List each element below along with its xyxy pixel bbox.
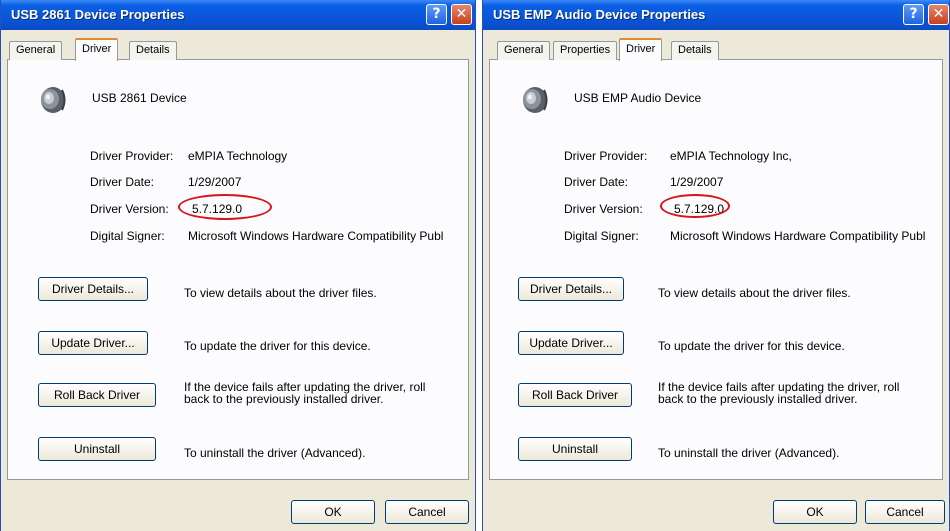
driver-date-label: Driver Date: xyxy=(564,175,629,189)
update-driver-button[interactable]: Update Driver... xyxy=(38,331,148,355)
driver-version-label: Driver Version: xyxy=(90,202,169,216)
ok-button[interactable]: OK xyxy=(773,500,857,524)
tab-driver[interactable]: Driver xyxy=(619,38,663,61)
highlight-circle xyxy=(178,194,272,220)
driver-details-description: To view details about the driver files. xyxy=(658,286,851,300)
window-title: USB 2861 Device Properties xyxy=(11,7,185,22)
driver-details-description: To view details about the driver files. xyxy=(184,286,377,300)
roll-back-description-line2: back to the previously installed driver. xyxy=(658,392,858,406)
driver-provider-label: Driver Provider: xyxy=(564,149,648,163)
speaker-icon xyxy=(41,87,66,113)
roll-back-driver-button[interactable]: Roll Back Driver xyxy=(518,383,632,407)
driver-date-value: 1/29/2007 xyxy=(670,175,724,189)
close-button[interactable]: ✕ xyxy=(928,4,949,25)
driver-date-label: Driver Date: xyxy=(90,175,155,189)
cancel-button[interactable]: Cancel xyxy=(385,500,469,524)
title-bar[interactable]: USB 2861 Device Properties ? ✕ xyxy=(1,0,475,30)
tab-strip: General Properties Driver Details xyxy=(489,38,943,61)
driver-tab-panel: USB EMP Audio Device Driver Provider: eM… xyxy=(489,60,943,480)
driver-date-value: 1/29/2007 xyxy=(188,175,242,189)
help-button[interactable]: ? xyxy=(903,4,924,25)
uninstall-button[interactable]: Uninstall xyxy=(518,437,632,461)
uninstall-description: To uninstall the driver (Advanced). xyxy=(658,446,840,460)
title-bar[interactable]: USB EMP Audio Device Properties ? ✕ xyxy=(483,0,949,30)
update-driver-description: To update the driver for this device. xyxy=(658,339,845,353)
driver-version-label: Driver Version: xyxy=(564,202,643,216)
dialog-usb-emp-audio-device-properties: USB EMP Audio Device Properties ? ✕ Gene… xyxy=(482,0,950,531)
driver-details-button[interactable]: Driver Details... xyxy=(518,277,624,301)
speaker-icon xyxy=(523,87,548,113)
driver-provider-value: eMPIA Technology xyxy=(188,149,288,163)
tab-details[interactable]: Details xyxy=(129,41,177,60)
driver-provider-value: eMPIA Technology Inc, xyxy=(670,149,792,163)
driver-tab-panel: USB 2861 Device Driver Provider: eMPIA T… xyxy=(7,60,469,480)
driver-provider-label: Driver Provider: xyxy=(90,149,174,163)
highlight-circle xyxy=(660,194,730,218)
uninstall-button[interactable]: Uninstall xyxy=(38,437,156,461)
roll-back-description-line2: back to the previously installed driver. xyxy=(184,392,384,406)
update-driver-description: To update the driver for this device. xyxy=(184,339,371,353)
tab-driver[interactable]: Driver xyxy=(75,38,119,61)
cancel-button[interactable]: Cancel xyxy=(865,500,945,524)
tab-general[interactable]: General xyxy=(9,41,63,60)
digital-signer-label: Digital Signer: xyxy=(90,229,165,243)
update-driver-button[interactable]: Update Driver... xyxy=(518,331,624,355)
digital-signer-value: Microsoft Windows Hardware Compatibility… xyxy=(188,229,444,243)
window-title: USB EMP Audio Device Properties xyxy=(493,7,706,22)
tab-details[interactable]: Details xyxy=(671,41,719,60)
close-button[interactable]: ✕ xyxy=(451,4,472,25)
tab-properties[interactable]: Properties xyxy=(553,41,618,60)
device-name: USB EMP Audio Device xyxy=(574,91,702,105)
tab-general[interactable]: General xyxy=(497,41,551,60)
device-name: USB 2861 Device xyxy=(92,91,187,105)
digital-signer-value: Microsoft Windows Hardware Compatibility… xyxy=(670,229,926,243)
ok-button[interactable]: OK xyxy=(291,500,375,524)
dialog-usb-2861-device-properties: USB 2861 Device Properties ? ✕ General D… xyxy=(0,0,476,531)
digital-signer-label: Digital Signer: xyxy=(564,229,639,243)
roll-back-driver-button[interactable]: Roll Back Driver xyxy=(38,383,156,407)
tab-strip: General Driver Details xyxy=(7,38,469,61)
uninstall-description: To uninstall the driver (Advanced). xyxy=(184,446,366,460)
driver-details-button[interactable]: Driver Details... xyxy=(38,277,148,301)
help-button[interactable]: ? xyxy=(426,4,447,25)
